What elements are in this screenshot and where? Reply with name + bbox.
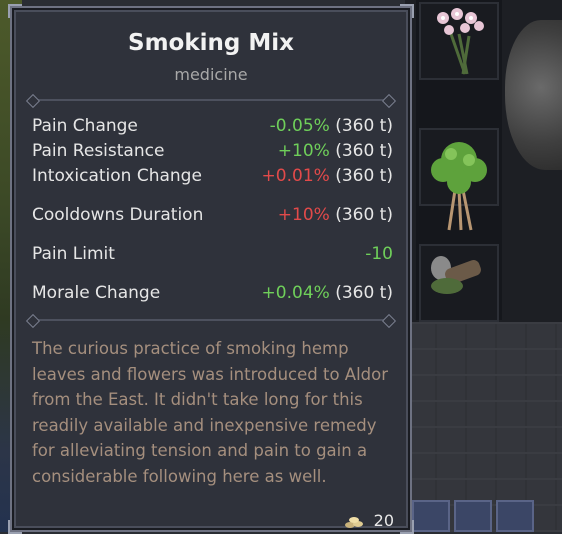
- frame-corner: [400, 4, 414, 18]
- stat-row: Cooldowns Duration +10% (360 t): [32, 205, 393, 227]
- stat-row: Pain Limit -10: [32, 244, 393, 266]
- stat-duration: (360 t): [335, 116, 393, 136]
- stat-name: Pain Limit: [32, 244, 115, 264]
- gold-coins-icon: [345, 517, 363, 528]
- stat-value: +0.04%: [261, 283, 330, 303]
- item-category: medicine: [174, 65, 248, 84]
- stat-duration: (360 t): [335, 205, 393, 225]
- hotbar-slot-2[interactable]: [454, 500, 492, 532]
- item-title: Smoking Mix: [128, 30, 294, 56]
- herb-bundle-icon: [431, 142, 487, 231]
- stat-name: Pain Change: [32, 116, 138, 136]
- stat-name: Pain Resistance: [32, 141, 165, 161]
- item-tooltip: Smoking Mix medicine Pain Change -0.05% …: [8, 4, 414, 534]
- stat-row: Intoxication Change +0.01% (360 t): [32, 166, 393, 188]
- stat-name: Morale Change: [32, 283, 161, 303]
- item-price: 20: [373, 511, 394, 530]
- item-description: The curious practice of smoking hemp lea…: [32, 339, 389, 486]
- divider: [32, 319, 390, 321]
- stat-row: Pain Resistance +10% (360 t): [32, 141, 393, 163]
- inventory-slot-smoking-mix[interactable]: [419, 244, 499, 322]
- stat-name: Intoxication Change: [32, 166, 202, 186]
- stat-value: -10: [365, 244, 393, 264]
- stat-value: +10%: [277, 205, 330, 225]
- hotbar-slot-3[interactable]: [496, 500, 534, 532]
- inventory-slot-herbs[interactable]: [419, 128, 499, 231]
- hotbar-slot-1[interactable]: [412, 500, 450, 532]
- inventory-slot-flowers[interactable]: [419, 2, 499, 80]
- frame-corner: [8, 4, 22, 18]
- stat-value: -0.05%: [269, 116, 330, 136]
- stat-duration: (360 t): [335, 141, 393, 161]
- divider: [32, 99, 390, 101]
- stat-row: Pain Change -0.05% (360 t): [32, 116, 393, 138]
- smoking-mix-icon: [431, 256, 481, 294]
- stat-value: +0.01%: [261, 166, 330, 186]
- stat-value: +10%: [277, 141, 330, 161]
- stat-row: Morale Change +0.04% (360 t): [32, 283, 393, 305]
- stat-name: Cooldowns Duration: [32, 205, 204, 225]
- stat-duration: (360 t): [335, 166, 393, 186]
- flowers-bundle-icon: [437, 8, 484, 75]
- stat-duration: (360 t): [335, 283, 393, 303]
